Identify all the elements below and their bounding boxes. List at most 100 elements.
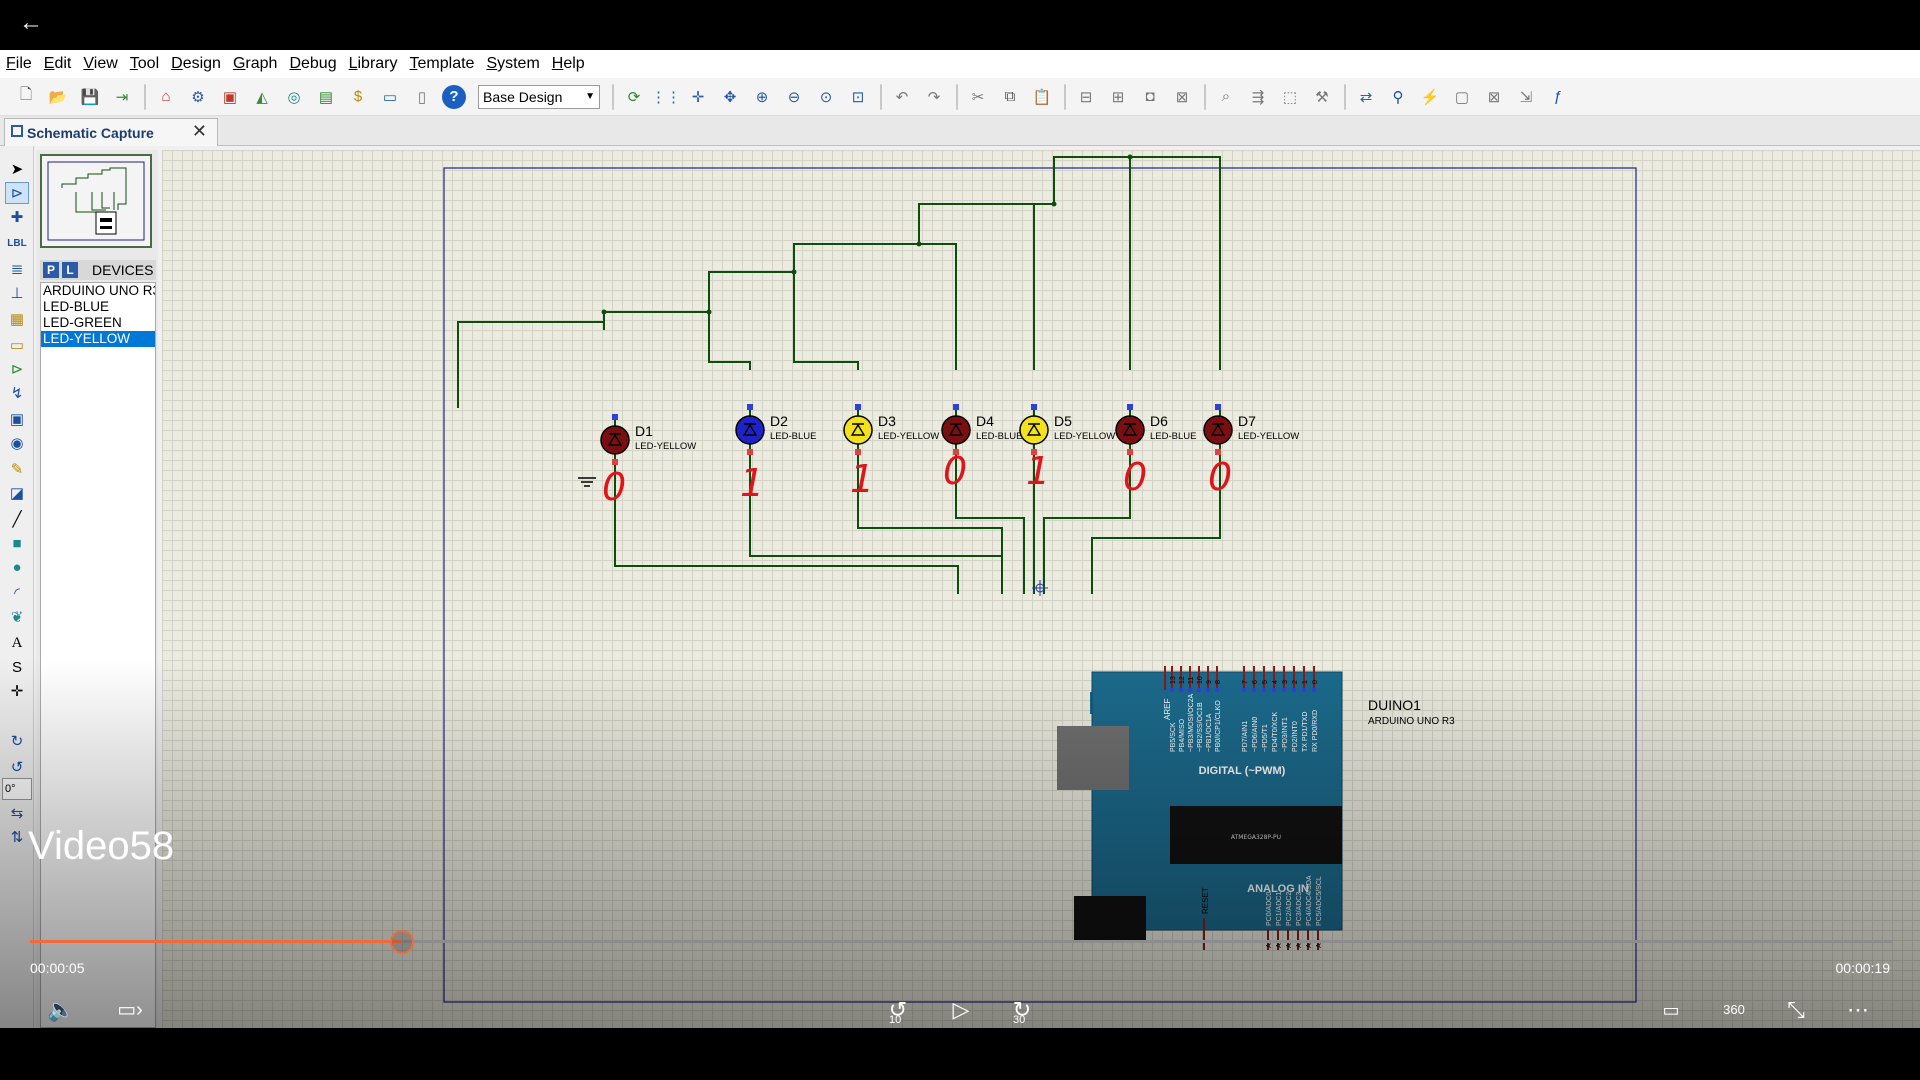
device-item-led-green[interactable]: LED-GREEN [41, 315, 155, 331]
package-tool-icon[interactable]: ⬚ [1278, 85, 1302, 109]
volume-icon[interactable]: 🔈 [44, 995, 78, 1025]
generator-icon[interactable]: ◉ [5, 432, 29, 454]
bill-of-materials-icon[interactable]: $ [346, 85, 370, 109]
circle-tool-icon[interactable]: ● [5, 556, 29, 578]
selection-mode-icon[interactable]: ➤ [5, 158, 29, 180]
copy-icon[interactable]: ⧉ [998, 85, 1022, 109]
led-d5[interactable]: D5 LED-YELLOW 1 [1019, 404, 1115, 493]
component-mode-icon[interactable]: ⊳ [5, 182, 29, 204]
buses-icon[interactable]: ⊥ [5, 282, 29, 304]
menu-template[interactable]: Template [410, 55, 475, 73]
import-icon[interactable]: ⇥ [110, 85, 134, 109]
skip-back-button[interactable]: ↺ 10 [880, 995, 916, 1026]
source-code-icon[interactable]: ▭ [378, 85, 402, 109]
mirror-y-icon[interactable]: ⇅ [5, 826, 29, 848]
rotate-clockwise-icon[interactable]: ↻ [5, 730, 29, 752]
text-tool-icon[interactable]: A [5, 632, 29, 654]
library-manager-button[interactable]: L [62, 262, 78, 278]
seek-bar[interactable] [30, 930, 1892, 954]
arc-tool-icon[interactable]: ◜ [5, 582, 29, 604]
wire-label-icon[interactable]: LBL [5, 232, 29, 254]
menu-edit[interactable]: Edit [44, 55, 72, 73]
decompose-icon[interactable]: ⚒ [1310, 85, 1334, 109]
paste-icon[interactable]: 📋 [1030, 85, 1054, 109]
play-icon[interactable]: ▷ [946, 995, 976, 1025]
led-d2[interactable]: D2 LED-BLUE 1 [735, 404, 816, 505]
zoom-in-icon[interactable]: ⊕ [750, 85, 774, 109]
led-d6[interactable]: D6 LED-BLUE 0 [1115, 404, 1196, 499]
path-tool-icon[interactable]: ❦ [5, 606, 29, 628]
arduino-uno-r3[interactable]: ATMEGA328P-PU DIGITAL (~PWM) ANALOG IN D… [1057, 666, 1455, 950]
wire-autorouter-icon[interactable]: ⇄ [1354, 85, 1378, 109]
schematic-canvas[interactable]: D1 LED-YELLOW 0 D2 LED-BLUE 1 D3 LED-YELLOW 1 D4 L… [162, 150, 1920, 1028]
terminals-icon[interactable]: ▭ [5, 334, 29, 356]
block-delete-icon[interactable]: ⊠ [1170, 85, 1194, 109]
pcb-icon[interactable]: ▣ [218, 85, 242, 109]
device-item-led-blue[interactable]: LED-BLUE [41, 299, 155, 315]
zoom-area-icon[interactable]: ⊡ [846, 85, 870, 109]
refresh-icon[interactable]: ⟳ [622, 85, 646, 109]
device-item-arduino-uno-r3[interactable]: ARDUINO UNO R3 [41, 283, 155, 299]
menu-tool[interactable]: Tool [130, 55, 159, 73]
menu-view[interactable]: View [83, 55, 117, 73]
voltage-probe-icon[interactable]: ✎ [5, 458, 29, 480]
menu-graph[interactable]: Graph [233, 55, 277, 73]
menu-design[interactable]: Design [171, 55, 221, 73]
menu-system[interactable]: System [486, 55, 539, 73]
make-device-icon[interactable]: ⇶ [1246, 85, 1270, 109]
junction-dot-icon[interactable]: ✚ [5, 206, 29, 228]
new-sheet-icon[interactable]: ▢ [1450, 85, 1474, 109]
led-d1[interactable]: D1 LED-YELLOW 0 [600, 414, 696, 509]
device-item-led-yellow[interactable]: LED-YELLOW [41, 331, 155, 347]
search-tag-icon[interactable]: ⚲ [1386, 85, 1410, 109]
pick-device-icon[interactable]: ⌕ [1214, 85, 1238, 109]
netlist-icon[interactable]: ƒ [1546, 85, 1570, 109]
tape-recorder-icon[interactable]: ▣ [5, 408, 29, 430]
subtitles-icon[interactable]: ▭› [108, 995, 152, 1025]
led-d3[interactable]: D3 LED-YELLOW 1 [843, 404, 939, 501]
rotate-anticlockwise-icon[interactable]: ↺ [5, 756, 29, 778]
grid-toggle-icon[interactable]: ⋮⋮ [651, 85, 681, 109]
marker-tool-icon[interactable]: ✛ [5, 680, 29, 702]
help-icon[interactable]: ? [442, 84, 466, 109]
line-tool-icon[interactable]: ╱ [5, 508, 29, 530]
device-pins-icon[interactable]: ⊳ [5, 358, 29, 380]
zoom-all-icon[interactable]: ⊙ [814, 85, 838, 109]
design-explorer-icon[interactable]: ▤ [314, 85, 338, 109]
menu-file[interactable]: File [6, 55, 32, 73]
zoom-out-icon[interactable]: ⊖ [782, 85, 806, 109]
pan-icon[interactable]: ✥ [718, 85, 742, 109]
virtual-instruments-icon[interactable]: ◪ [5, 482, 29, 504]
box-tool-icon[interactable]: ■ [5, 532, 29, 554]
notes-icon[interactable]: ▯ [410, 85, 434, 109]
open-folder-icon[interactable]: 📂 [46, 85, 70, 109]
more-options-icon[interactable]: ⋯ [1842, 995, 1874, 1025]
redo-icon[interactable]: ↷ [922, 85, 946, 109]
pick-devices-button[interactable]: P [43, 262, 59, 278]
back-arrow-icon[interactable]: ← [14, 6, 48, 40]
block-move-icon[interactable]: ⊞ [1106, 85, 1130, 109]
save-icon[interactable]: 💾 [78, 85, 102, 109]
new-file-icon[interactable]: 🗋 [14, 85, 38, 109]
skip-forward-button[interactable]: ↻ 30 [1004, 995, 1040, 1026]
rotation-angle-field[interactable]: 0° [2, 778, 32, 800]
tab-schematic-capture[interactable]: Schematic Capture ✕ [4, 118, 218, 146]
menu-help[interactable]: Help [552, 55, 585, 73]
led-d4[interactable]: D4 LED-BLUE 0 [941, 404, 1022, 493]
home-icon[interactable]: ⌂ [154, 85, 178, 109]
menu-debug[interactable]: Debug [289, 55, 336, 73]
undo-icon[interactable]: ↶ [890, 85, 914, 109]
property-tool-icon[interactable]: ⚡ [1418, 85, 1442, 109]
led-d7[interactable]: D7 LED-YELLOW 0 [1203, 404, 1299, 499]
vr-360-button[interactable]: 360 [1716, 995, 1752, 1025]
menu-library[interactable]: Library [349, 55, 398, 73]
text-script-icon[interactable]: ≣ [5, 258, 29, 280]
schematic-icon[interactable]: ⚙ [186, 85, 210, 109]
exit-fullscreen-icon[interactable]: ⤡ [1780, 995, 1812, 1025]
symbol-tool-icon[interactable]: S [5, 656, 29, 678]
block-rotate-icon[interactable]: ◘ [1138, 85, 1162, 109]
gerber-icon[interactable]: ◎ [282, 85, 306, 109]
miniplayer-icon[interactable]: ▭ [1654, 995, 1688, 1025]
close-icon[interactable]: ✕ [192, 121, 207, 142]
cut-icon[interactable]: ✂ [966, 85, 990, 109]
